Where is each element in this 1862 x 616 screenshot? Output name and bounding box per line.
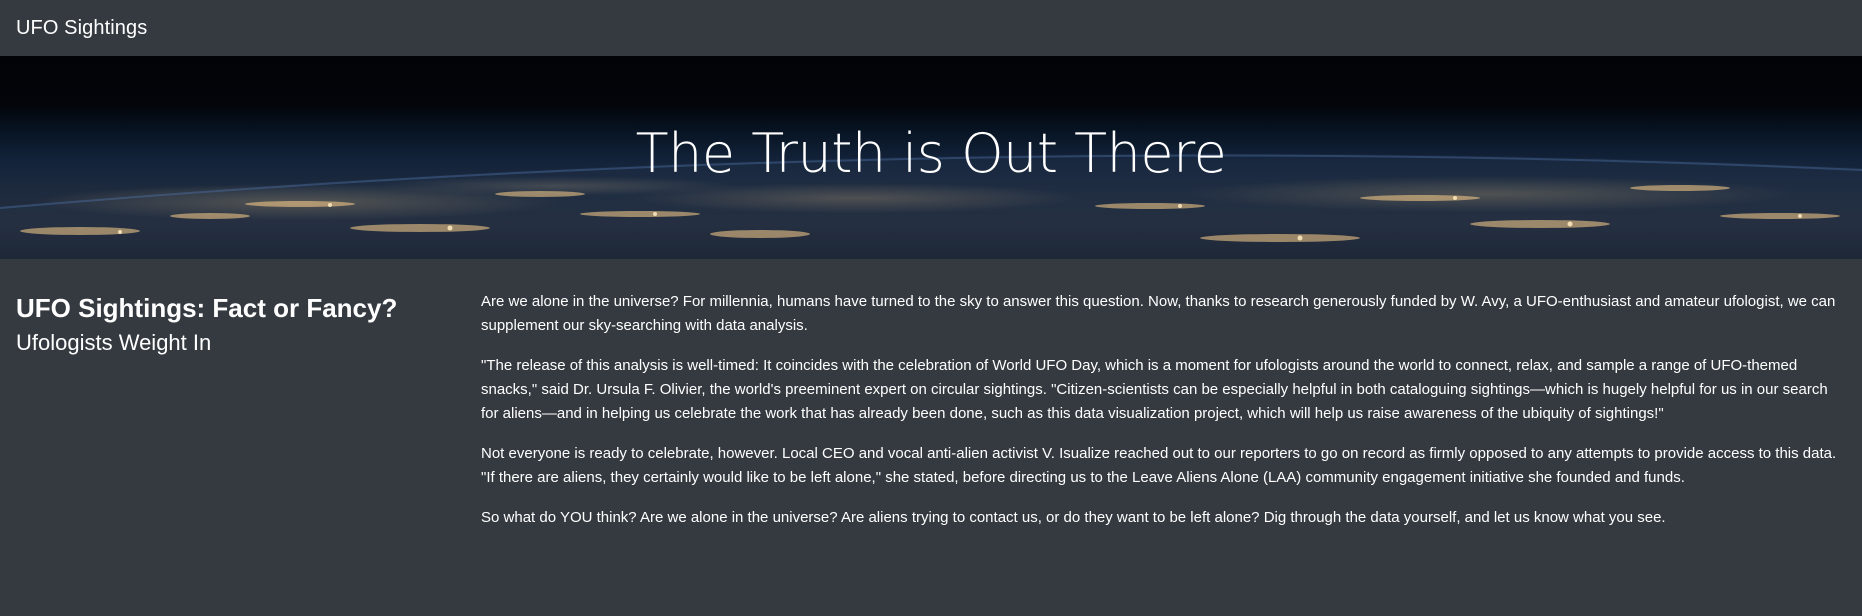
article-paragraph: "The release of this analysis is well-ti… (481, 357, 1828, 422)
main-content: UFO Sightings: Fact or Fancy? Ufologists… (0, 259, 1862, 546)
article-paragraph: Not everyone is ready to celebrate, howe… (481, 445, 1837, 486)
sidebar-subheading: Ufologists Weight In (16, 330, 212, 356)
sidebar-heading: UFO Sightings: Fact or Fancy? (16, 293, 398, 323)
article-paragraph: Are we alone in the universe? For millen… (481, 293, 1836, 334)
hero-title: The Truth is Out There (635, 122, 1227, 185)
navbar: UFO Sightings (0, 0, 1862, 56)
hero-banner: The Truth is Out There (0, 56, 1862, 259)
navbar-brand-link[interactable]: UFO Sightings (16, 17, 147, 40)
sidebar: UFO Sightings: Fact or Fancy? Ufologists… (16, 259, 481, 546)
article-paragraph: So what do YOU think? Are we alone in th… (481, 509, 1666, 526)
article-body: Are we alone in the universe? For millen… (481, 259, 1841, 546)
